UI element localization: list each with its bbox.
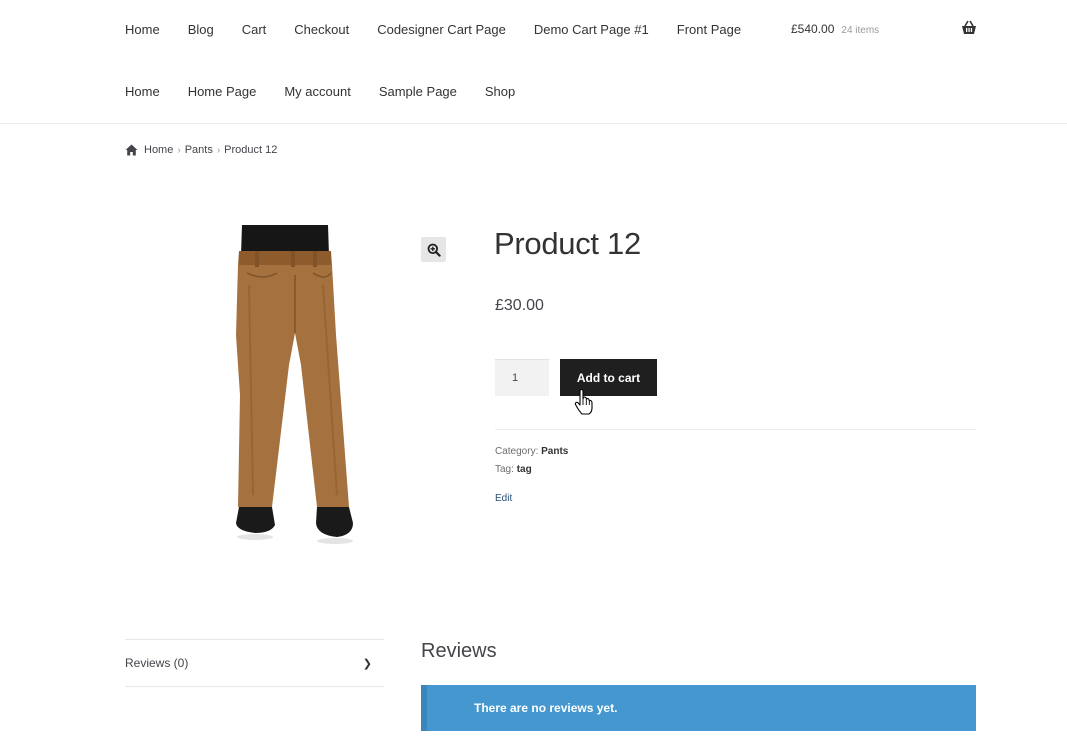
nav-link-home[interactable]: Home <box>125 22 160 37</box>
nav-link-codesigner-cart-page[interactable]: Codesigner Cart Page <box>377 22 506 37</box>
product-title: Product 12 <box>494 226 641 261</box>
breadcrumb-category[interactable]: Pants <box>185 144 213 156</box>
quantity-input[interactable] <box>495 359 549 396</box>
tab-reviews-label: Reviews (0) <box>125 656 189 670</box>
tab-divider <box>125 686 384 687</box>
basket-icon[interactable] <box>961 20 977 36</box>
breadcrumb-separator: › <box>177 144 181 156</box>
nav-link-cart[interactable]: Cart <box>242 22 267 37</box>
header-divider <box>0 123 1067 124</box>
nav-link-demo-cart-page-1[interactable]: Demo Cart Page #1 <box>534 22 649 37</box>
category-link[interactable]: Pants <box>541 446 568 457</box>
breadcrumb-home[interactable]: Home <box>144 144 173 156</box>
nav-link-checkout[interactable]: Checkout <box>294 22 349 37</box>
nav-link-my-account[interactable]: My account <box>284 84 350 99</box>
zoom-icon <box>427 243 441 257</box>
category-label: Category: <box>495 446 539 457</box>
reviews-heading: Reviews <box>421 640 497 662</box>
nav-link-front-page[interactable]: Front Page <box>677 22 741 37</box>
tag-link[interactable]: tag <box>517 464 532 475</box>
product-price: £30.00 <box>495 297 544 314</box>
add-to-cart-button[interactable]: Add to cart <box>560 359 657 396</box>
nav-link-blog[interactable]: Blog <box>188 22 214 37</box>
header-cart-summary[interactable]: £540.00 24 items <box>791 22 879 36</box>
primary-nav: Home Blog Cart Checkout Codesigner Cart … <box>125 22 769 37</box>
cart-total-amount: £540.00 <box>791 22 835 36</box>
edit-link[interactable]: Edit <box>495 493 512 504</box>
product-tag: Tag: tag <box>495 464 532 475</box>
breadcrumb: Home › Pants › Product 12 <box>125 144 277 156</box>
summary-divider <box>495 429 976 430</box>
nav-link-shop[interactable]: Shop <box>485 84 515 99</box>
tab-reviews[interactable]: Reviews (0) ❯ <box>125 640 384 686</box>
nav-link-sample-page[interactable]: Sample Page <box>379 84 457 99</box>
nav-link-home-page[interactable]: Home Page <box>188 84 257 99</box>
breadcrumb-current: Product 12 <box>224 144 278 156</box>
cart-item-count: 24 items <box>841 25 880 36</box>
nav-link-home-2[interactable]: Home <box>125 84 160 99</box>
zoom-button[interactable] <box>421 237 446 262</box>
tag-label: Tag: <box>495 464 514 475</box>
secondary-nav: Home Home Page My account Sample Page Sh… <box>125 84 543 99</box>
no-reviews-text: There are no reviews yet. <box>474 701 618 715</box>
product-category: Category: Pants <box>495 446 568 457</box>
product-image[interactable] <box>225 225 365 550</box>
home-icon <box>125 144 138 156</box>
no-reviews-notice: There are no reviews yet. <box>421 685 976 731</box>
chevron-right-icon: ❯ <box>362 657 372 670</box>
breadcrumb-separator: › <box>216 144 221 156</box>
